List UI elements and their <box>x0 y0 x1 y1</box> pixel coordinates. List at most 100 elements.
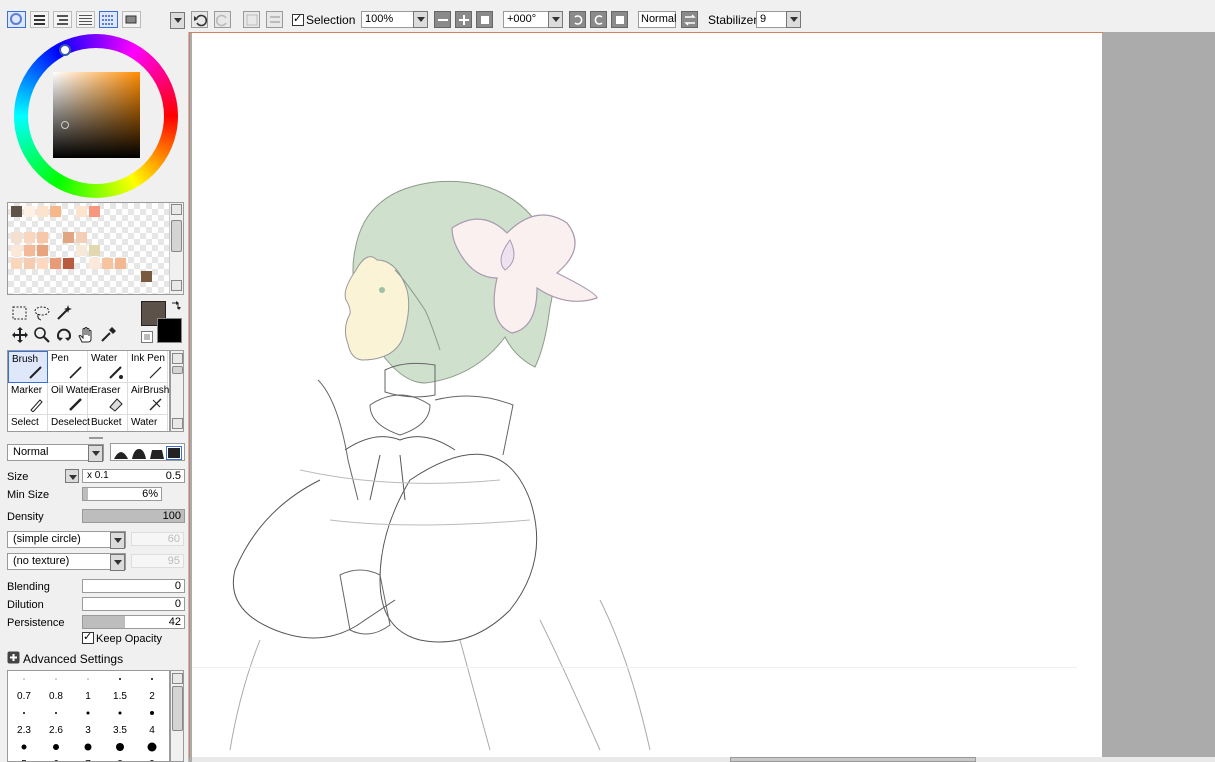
swatch[interactable] <box>115 258 126 269</box>
transparent-color-icon[interactable] <box>141 331 153 343</box>
background-color[interactable] <box>157 318 182 343</box>
scroll-down-arrow[interactable] <box>172 418 183 429</box>
swatch[interactable] <box>76 245 87 256</box>
brush-shape-medium-icon[interactable] <box>131 446 147 460</box>
swatch[interactable] <box>37 245 48 256</box>
swatch[interactable] <box>24 258 35 269</box>
hue-cursor[interactable] <box>59 44 71 56</box>
swatch[interactable] <box>11 232 22 243</box>
swap-colors-icon[interactable] <box>169 300 183 314</box>
toolbar-menu-dropdown[interactable] <box>170 12 185 29</box>
eyedropper-icon[interactable] <box>99 326 117 344</box>
zoom-in-button[interactable] <box>455 11 472 28</box>
dilution-slider[interactable]: 0 <box>82 597 185 611</box>
size-slider[interactable]: x 0.1 0.5 <box>82 469 185 483</box>
zoom-field[interactable]: 100% <box>361 11 416 28</box>
zoom-reset-button[interactable] <box>476 11 493 28</box>
swatch[interactable] <box>24 206 35 217</box>
panel-splitter[interactable] <box>89 437 103 439</box>
brush-tool-airbrush[interactable]: AirBrush <box>128 383 169 415</box>
swatch[interactable] <box>76 232 87 243</box>
texture-dropdown[interactable]: (no texture) <box>7 553 126 571</box>
expand-plus-icon[interactable] <box>7 651 20 664</box>
min-size-slider[interactable]: 6% <box>82 487 162 501</box>
swatch[interactable] <box>141 271 152 282</box>
swatch[interactable] <box>11 206 22 217</box>
rect-select-icon[interactable] <box>11 304 29 322</box>
size-preset[interactable]: 5 <box>8 739 40 761</box>
scroll-down-arrow[interactable] <box>171 280 182 291</box>
persistence-slider[interactable]: 42 <box>82 615 185 629</box>
size-preset[interactable]: 2.3 <box>8 705 40 739</box>
swatch[interactable] <box>37 258 48 269</box>
stabilizer-field[interactable]: 9 <box>756 11 790 28</box>
dropdown-arrow-icon[interactable] <box>110 554 125 571</box>
rotation-field[interactable]: +000° <box>503 11 551 28</box>
move-icon[interactable] <box>11 326 29 344</box>
brush-tool-marker[interactable]: Marker <box>8 383 48 415</box>
brush-shape-soft-icon[interactable] <box>113 446 129 460</box>
brush-tool-brush[interactable]: Brush <box>8 351 48 383</box>
brush-tool-deselect[interactable]: Deselect <box>48 415 90 431</box>
stabilizer-dropdown[interactable] <box>786 11 801 28</box>
size-presets-grid[interactable]: 0.7 0.8 1 1.5 2 2.3 2.6 3 3.5 4 5 6 7 8 … <box>7 670 170 762</box>
swatch[interactable] <box>37 232 48 243</box>
size-preset[interactable]: 2 <box>136 671 168 705</box>
size-preset[interactable]: 3.5 <box>104 705 136 739</box>
saturation-value-square[interactable] <box>53 72 140 158</box>
rotate-left-button[interactable] <box>569 11 586 28</box>
swatch[interactable] <box>89 258 100 269</box>
flip-canvas-button[interactable] <box>681 11 698 28</box>
size-preset[interactable]: 9 <box>136 739 168 761</box>
color-mixer-icon[interactable] <box>76 11 95 28</box>
selection-checkbox[interactable] <box>292 12 304 26</box>
swatch[interactable] <box>102 258 113 269</box>
brush-tool-pen[interactable]: Pen <box>48 351 88 383</box>
swatch-palette[interactable] <box>7 202 184 295</box>
swatch-view-icon[interactable] <box>99 11 118 28</box>
scroll-up-arrow[interactable] <box>172 353 183 364</box>
brush-shape-square-icon[interactable] <box>166 446 182 460</box>
hand-icon[interactable] <box>77 326 95 344</box>
rotation-dropdown[interactable] <box>548 11 563 28</box>
brush-tool-grid[interactable]: Brush Pen Water Ink Pen Marker Oil Water… <box>7 350 170 432</box>
swatch[interactable] <box>37 206 48 217</box>
zoom-icon[interactable] <box>33 326 51 344</box>
size-presets-scrollbar[interactable] <box>170 670 184 762</box>
swatch[interactable] <box>50 206 61 217</box>
size-preset[interactable]: 3 <box>72 705 104 739</box>
canvas-scroll-thumb[interactable] <box>730 757 976 762</box>
color-wheel-icon[interactable] <box>7 11 26 28</box>
size-preset[interactable]: 4 <box>136 705 168 739</box>
deselect-button[interactable] <box>243 11 260 28</box>
scroll-thumb[interactable] <box>171 220 182 252</box>
magic-wand-icon[interactable] <box>55 304 73 322</box>
rgb-slider-icon[interactable] <box>30 11 49 28</box>
blending-slider[interactable]: 0 <box>82 579 185 593</box>
size-preset[interactable]: 0.7 <box>8 671 40 705</box>
brush-tool-water[interactable]: Water <box>88 351 128 383</box>
brush-shape-hard-icon[interactable] <box>149 446 165 460</box>
rotation-reset-button[interactable] <box>611 11 628 28</box>
swatch[interactable] <box>76 206 87 217</box>
size-preset[interactable]: 1.5 <box>104 671 136 705</box>
brush-grid-scrollbar[interactable] <box>170 350 184 432</box>
redo-button[interactable] <box>214 11 231 28</box>
swatch[interactable] <box>24 245 35 256</box>
advanced-settings-label[interactable]: Advanced Settings <box>23 652 123 666</box>
drawing-canvas[interactable] <box>192 33 1102 758</box>
brush-tool-eraser[interactable]: Eraser <box>88 383 128 415</box>
zoom-out-button[interactable] <box>434 11 451 28</box>
color-cursor[interactable] <box>61 121 69 129</box>
scroll-up-arrow[interactable] <box>171 204 182 215</box>
brush-shape-dropdown[interactable]: (simple circle) <box>7 531 126 549</box>
swatch[interactable] <box>11 258 22 269</box>
swatch[interactable] <box>11 245 22 256</box>
hsv-slider-icon[interactable] <box>53 11 72 28</box>
rotate-right-button[interactable] <box>590 11 607 28</box>
size-preset[interactable]: 0.8 <box>40 671 72 705</box>
size-preset[interactable]: 1 <box>72 671 104 705</box>
scroll-up-arrow[interactable] <box>172 673 183 684</box>
swatch[interactable] <box>63 258 74 269</box>
size-preset[interactable]: 2.6 <box>40 705 72 739</box>
